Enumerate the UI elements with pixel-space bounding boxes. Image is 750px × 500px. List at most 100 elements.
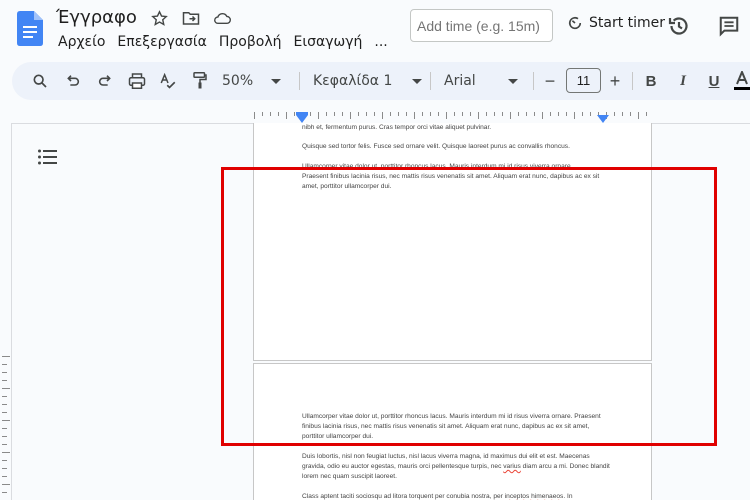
left-indent-marker-icon[interactable]: [296, 115, 308, 123]
paragraph[interactable]: Praesent finibus lacinia risus, nec matt…: [302, 172, 612, 192]
start-timer-label: Start timer: [589, 15, 666, 31]
document-page[interactable]: nibh et, fermentum purus. Cras tempor or…: [253, 123, 652, 361]
comments-icon[interactable]: [718, 15, 740, 37]
zoom-value: 50%: [222, 73, 254, 89]
ruler-tick: [318, 112, 319, 119]
bold-button[interactable]: B: [642, 62, 660, 100]
ruler-tick: [286, 112, 287, 119]
ruler-tick: [646, 112, 647, 116]
ruler-tick: [254, 112, 255, 119]
ruler-tick: [2, 444, 7, 445]
menu-insert[interactable]: Εισαγωγή: [294, 34, 363, 50]
add-time-input[interactable]: [410, 9, 553, 42]
ruler-tick: [470, 112, 471, 116]
title-bar: Έγγραφο Αρχείο Επεξεργασία Προβολή Εισαγ…: [0, 0, 750, 60]
paint-format-icon[interactable]: [190, 62, 210, 100]
decrease-font-size-button[interactable]: −: [541, 62, 559, 100]
menu-more[interactable]: ...: [374, 34, 387, 50]
ruler-tick: [2, 388, 10, 389]
ruler-tick: [2, 460, 7, 461]
ruler-tick: [454, 112, 455, 116]
version-history-icon[interactable]: [667, 14, 691, 38]
vertical-ruler[interactable]: [0, 356, 10, 500]
undo-icon[interactable]: [63, 62, 83, 100]
menu-view[interactable]: Προβολή: [219, 34, 282, 50]
document-page[interactable]: Ullamcorper vitae dolor ut, porttitor rh…: [253, 363, 652, 500]
ruler-tick: [2, 476, 7, 477]
ruler-tick: [382, 112, 383, 119]
right-indent-marker-icon[interactable]: [597, 115, 609, 123]
ruler-tick: [2, 484, 10, 485]
ruler-tick: [358, 112, 359, 116]
ruler-tick: [2, 396, 7, 397]
ruler-tick: [2, 412, 7, 413]
ruler-tick: [294, 112, 295, 116]
chevron-down-icon: [271, 78, 282, 84]
paragraph[interactable]: Ullamcorper vitae dolor ut, porttitor rh…: [302, 412, 612, 442]
ruler-tick: [638, 112, 639, 119]
ruler-tick: [2, 404, 7, 405]
cloud-saved-icon[interactable]: [213, 9, 231, 27]
ruler-tick: [574, 112, 575, 119]
ruler-tick: [2, 356, 10, 357]
docs-logo-icon[interactable]: [17, 11, 43, 46]
ruler-tick: [310, 112, 311, 116]
underline-button[interactable]: U: [705, 62, 723, 100]
start-timer-button[interactable]: Start timer: [566, 14, 665, 32]
ruler-tick: [326, 112, 327, 116]
paragraph-text: Ullamcorper vitae dolor ut, porttitor rh…: [302, 163, 573, 170]
ruler-tick: [478, 112, 479, 119]
paragraph[interactable]: Duis lobortis, nisl non feugiat luctus, …: [302, 452, 612, 482]
ruler-tick: [366, 112, 367, 116]
menu-file[interactable]: Αρχείο: [58, 34, 105, 50]
paragraph-text: Ullamcorper vitae dolor ut, porttitor rh…: [302, 413, 601, 440]
paragraph-clipped-line[interactable]: Ullamcorper vitae dolor ut, porttitor rh…: [302, 162, 612, 172]
toolbar-divider: [533, 72, 534, 90]
search-menus-icon[interactable]: [30, 62, 50, 100]
ruler-tick: [422, 112, 423, 116]
font-size-input[interactable]: 11: [566, 68, 601, 93]
ruler-tick: [2, 428, 7, 429]
star-icon[interactable]: [150, 9, 168, 27]
ruler-tick: [2, 492, 7, 493]
paragraph-text: Class aptent taciti sociosqu ad litora t…: [302, 493, 505, 500]
move-folder-icon[interactable]: [182, 9, 200, 27]
ruler-tick: [518, 112, 519, 116]
ruler-tick: [350, 112, 351, 119]
paragraph-text: Quisque sed tortor felis. Fusce sed orna…: [302, 143, 570, 150]
ruler-tick: [590, 112, 591, 116]
toolbar-divider: [430, 72, 431, 90]
misspelled-word[interactable]: inceptos himenaeos: [505, 493, 564, 500]
paragraph[interactable]: Class aptent taciti sociosqu ad litora t…: [302, 492, 612, 500]
font-dropdown[interactable]: Arial: [444, 62, 524, 100]
redo-icon[interactable]: [95, 62, 115, 100]
ruler-tick: [430, 112, 431, 116]
ruler-tick: [334, 112, 335, 116]
timer-icon: [568, 16, 582, 30]
document-title[interactable]: Έγγραφο: [56, 7, 137, 28]
ruler-tick: [2, 436, 7, 437]
chevron-down-icon: [412, 78, 423, 84]
zoom-dropdown[interactable]: 50%: [222, 62, 292, 100]
ruler-tick: [558, 112, 559, 116]
increase-font-size-button[interactable]: +: [606, 62, 624, 100]
spellcheck-icon[interactable]: [158, 62, 178, 100]
italic-button[interactable]: I: [674, 62, 692, 100]
ruler-tick: [278, 112, 279, 116]
menu-edit[interactable]: Επεξεργασία: [117, 34, 206, 50]
misspelled-word[interactable]: varius: [503, 463, 521, 470]
ruler-tick: [374, 112, 375, 116]
text-color-icon[interactable]: [734, 62, 750, 100]
paragraph[interactable]: nibh et, fermentum purus. Cras tempor or…: [302, 123, 612, 133]
ruler-tick: [510, 112, 511, 119]
ruler-tick: [262, 112, 263, 116]
toolbar-divider: [299, 72, 300, 90]
ruler-tick: [406, 112, 407, 116]
ruler-tick: [2, 452, 10, 453]
paragraph-style-dropdown[interactable]: Κεφαλίδα 1: [313, 62, 423, 100]
document-outline-icon[interactable]: [38, 149, 57, 165]
ruler-tick: [502, 112, 503, 116]
print-icon[interactable]: [127, 62, 147, 100]
paragraph[interactable]: Quisque sed tortor felis. Fusce sed orna…: [302, 142, 612, 152]
ruler-tick: [614, 112, 615, 116]
